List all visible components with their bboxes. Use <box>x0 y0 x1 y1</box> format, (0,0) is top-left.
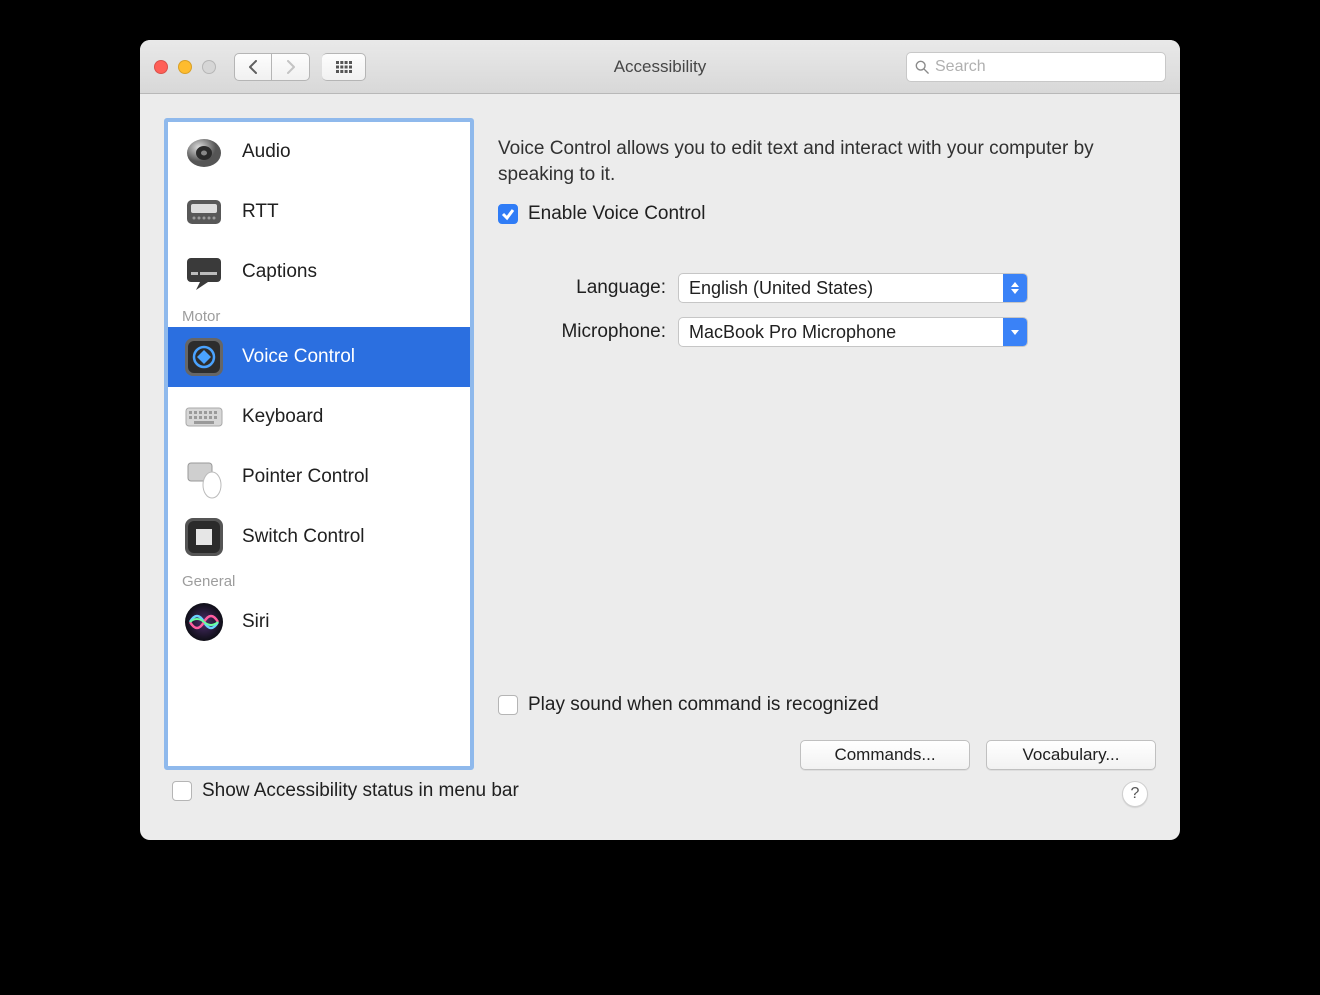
microphone-popup[interactable]: MacBook Pro Microphone <box>678 317 1028 347</box>
rtt-icon <box>182 190 226 234</box>
back-button[interactable] <box>234 53 272 81</box>
enable-voice-control-label: Enable Voice Control <box>528 203 705 225</box>
sidebar-item-voice-control[interactable]: Voice Control <box>168 327 470 387</box>
speaker-icon <box>182 130 226 174</box>
siri-icon <box>182 600 226 644</box>
show-status-menubar-label: Show Accessibility status in menu bar <box>202 780 519 802</box>
commands-button[interactable]: Commands... <box>800 740 970 770</box>
traffic-lights <box>154 60 216 74</box>
forward-button[interactable] <box>272 53 310 81</box>
category-sidebar: Audio RTT Captions Motor <box>164 118 474 770</box>
language-label: Language: <box>498 277 678 299</box>
vocabulary-button[interactable]: Vocabulary... <box>986 740 1156 770</box>
play-sound-checkbox[interactable] <box>498 695 518 715</box>
pointer-control-icon <box>182 455 226 499</box>
sidebar-item-label: Captions <box>242 261 317 283</box>
search-field[interactable] <box>906 52 1166 82</box>
sidebar-item-label: RTT <box>242 201 279 223</box>
show-all-button[interactable] <box>322 53 366 81</box>
sidebar-item-label: Keyboard <box>242 406 323 428</box>
sidebar-section-general: General <box>168 567 470 592</box>
play-sound-row[interactable]: Play sound when command is recognized <box>498 694 1156 716</box>
preferences-window: Accessibility Audio <box>140 40 1180 840</box>
sidebar-item-keyboard[interactable]: Keyboard <box>168 387 470 447</box>
language-value: English (United States) <box>689 278 873 299</box>
sidebar-section-motor: Motor <box>168 302 470 327</box>
sidebar-item-label: Switch Control <box>242 526 365 548</box>
sidebar-item-pointer-control[interactable]: Pointer Control <box>168 447 470 507</box>
play-sound-label: Play sound when command is recognized <box>528 694 879 716</box>
close-window-button[interactable] <box>154 60 168 74</box>
sidebar-item-label: Pointer Control <box>242 466 369 488</box>
titlebar: Accessibility <box>140 40 1180 94</box>
sidebar-item-rtt[interactable]: RTT <box>168 182 470 242</box>
enable-voice-control-row[interactable]: Enable Voice Control <box>498 203 1156 225</box>
sidebar-item-switch-control[interactable]: Switch Control <box>168 507 470 567</box>
minimize-window-button[interactable] <box>178 60 192 74</box>
show-status-menubar-row[interactable]: Show Accessibility status in menu bar <box>172 780 519 802</box>
enable-voice-control-checkbox[interactable] <box>498 204 518 224</box>
help-button[interactable]: ? <box>1122 781 1148 807</box>
chevron-down-icon <box>1003 318 1027 346</box>
search-input[interactable] <box>935 58 1157 76</box>
voice-control-icon <box>182 335 226 379</box>
search-icon <box>915 60 929 74</box>
microphone-label: Microphone: <box>498 321 678 343</box>
sidebar-item-label: Audio <box>242 141 291 163</box>
switch-control-icon <box>182 515 226 559</box>
content-pane: Voice Control allows you to edit text an… <box>498 118 1156 770</box>
show-status-menubar-checkbox[interactable] <box>172 781 192 801</box>
sidebar-item-label: Voice Control <box>242 346 355 368</box>
keyboard-icon <box>182 395 226 439</box>
zoom-window-button <box>202 60 216 74</box>
microphone-value: MacBook Pro Microphone <box>689 322 896 343</box>
sidebar-item-audio[interactable]: Audio <box>168 122 470 182</box>
sidebar-item-siri[interactable]: Siri <box>168 592 470 652</box>
nav-back-forward <box>234 53 310 81</box>
language-popup[interactable]: English (United States) <box>678 273 1028 303</box>
captions-icon <box>182 250 226 294</box>
description-text: Voice Control allows you to edit text an… <box>498 136 1156 187</box>
sidebar-item-label: Siri <box>242 611 269 633</box>
stepper-arrows-icon <box>1003 274 1027 302</box>
sidebar-item-captions[interactable]: Captions <box>168 242 470 302</box>
